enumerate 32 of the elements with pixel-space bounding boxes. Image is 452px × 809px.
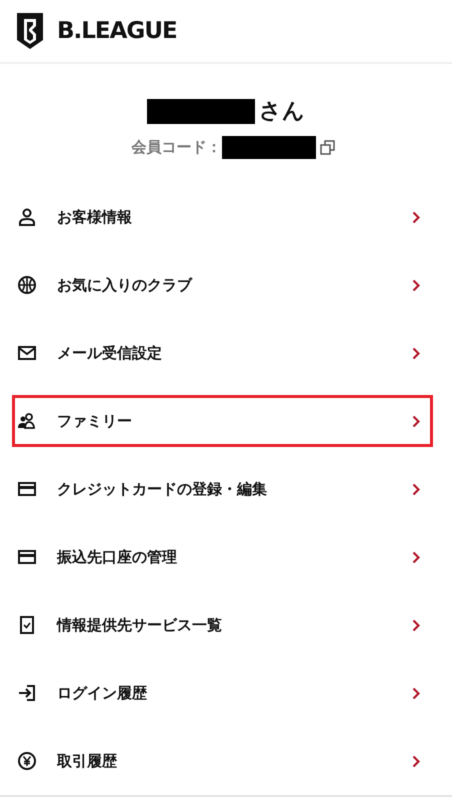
- chevron-right-icon: [412, 414, 420, 428]
- chevron-right-icon: [412, 618, 420, 632]
- menu-item[interactable]: お気に入りのクラブ: [12, 259, 433, 311]
- member-code-label: 会員コード：: [132, 137, 222, 158]
- menu-item[interactable]: クレジットカードの登録・編集: [12, 463, 433, 515]
- chevron-right-icon: [412, 278, 420, 292]
- menu-item[interactable]: ファミリー: [12, 395, 433, 447]
- chevron-right-icon: [412, 550, 420, 564]
- brand-name: B.LEAGUE: [57, 16, 177, 46]
- menu-item[interactable]: ログイン履歴: [12, 667, 433, 719]
- mail-icon: [18, 344, 36, 362]
- chevron-right-icon: [412, 754, 420, 768]
- copy-icon[interactable]: [320, 140, 334, 155]
- chevron-right-icon: [412, 686, 420, 700]
- yen-icon: [18, 752, 36, 770]
- login-icon: [18, 684, 36, 702]
- chevron-right-icon: [412, 482, 420, 496]
- logo-icon: [17, 13, 43, 49]
- user-name-suffix: さん: [259, 98, 305, 126]
- person-icon: [18, 208, 36, 226]
- basketball-icon: [18, 276, 36, 294]
- menu-item[interactable]: メール受信設定: [12, 327, 433, 379]
- checklist-icon: [18, 616, 36, 634]
- menu-item[interactable]: 情報提供先サービス一覧: [12, 599, 433, 651]
- people-icon: [18, 412, 36, 430]
- credit-card-icon: [18, 548, 36, 566]
- credit-card-icon: [18, 480, 36, 498]
- menu-item[interactable]: 取引履歴: [12, 735, 433, 787]
- chevron-right-icon: [412, 346, 420, 360]
- menu-item[interactable]: 振込先口座の管理: [12, 531, 433, 583]
- chevron-right-icon: [412, 210, 420, 224]
- menu-item[interactable]: お客様情報: [12, 191, 433, 243]
